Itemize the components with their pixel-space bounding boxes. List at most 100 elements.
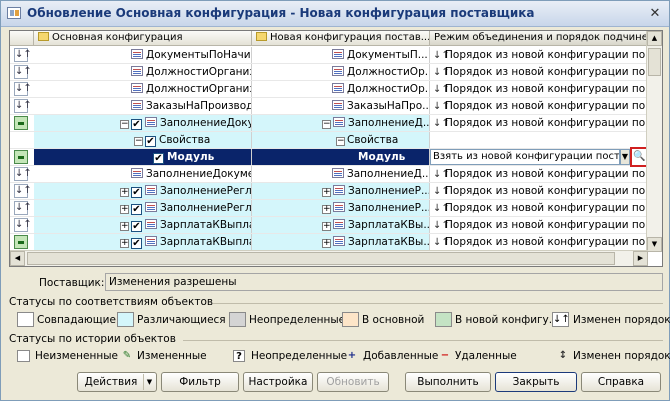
- scroll-up-icon[interactable]: ▲: [647, 31, 662, 46]
- row-checkbox[interactable]: ✔: [131, 187, 142, 198]
- expand-icon[interactable]: +: [322, 205, 331, 214]
- scroll-thumb[interactable]: [648, 48, 661, 76]
- scroll-thumb[interactable]: [27, 252, 615, 265]
- table-row[interactable]: − ✔ Свойства − Свойства: [10, 132, 646, 149]
- legend-label: Неопределенные: [251, 350, 348, 362]
- table-row[interactable]: ↓↑ ДолжностиОрганиза... ДолжностиОр... ↓…: [10, 81, 646, 98]
- table-row[interactable]: ↓↑ ЗаказыНаПроизводс... ЗаказыНаПро... ↓…: [10, 98, 646, 115]
- merge-icon: [14, 116, 28, 130]
- update-window: Обновление Основная конфигурация - Новая…: [0, 0, 670, 401]
- question-icon: ?: [233, 350, 245, 362]
- scroll-down-icon[interactable]: ▼: [647, 237, 662, 252]
- legend-label: Изменен порядок: [573, 314, 670, 326]
- chevron-down-icon[interactable]: ▼: [143, 374, 155, 390]
- scroll-right-icon[interactable]: ▶: [633, 251, 648, 266]
- collapse-icon[interactable]: −: [134, 137, 143, 146]
- sort-icon: ↓↑: [433, 67, 450, 78]
- folder-icon: [38, 32, 49, 41]
- change-order-icon: ↓↑: [14, 82, 32, 96]
- legend-label: Совпадающие: [37, 314, 116, 326]
- expand-icon[interactable]: +: [120, 222, 129, 231]
- close-button[interactable]: Закрыть: [495, 372, 577, 392]
- legend-label: Измененные: [137, 350, 207, 362]
- expand-icon[interactable]: +: [322, 222, 331, 231]
- table-row[interactable]: ↓↑ +✔ЗаполнениеРегла... +ЗаполнениеР... …: [10, 200, 646, 217]
- refresh-button[interactable]: Обновить: [317, 372, 389, 392]
- legend-label: В основной: [362, 314, 425, 326]
- object-icon: [333, 202, 345, 212]
- collapse-icon[interactable]: −: [322, 120, 331, 129]
- match-statuses-header: Статусы по соответствиям объектов: [9, 296, 663, 310]
- actions-button[interactable]: Действия ▼: [77, 372, 157, 392]
- object-icon: [332, 100, 344, 110]
- legend-swatch: [229, 312, 246, 327]
- object-icon: [332, 168, 344, 178]
- vertical-scrollbar[interactable]: ▲ ▼: [646, 31, 662, 252]
- object-icon: [332, 49, 344, 59]
- change-order-icon: ↓↑: [14, 48, 32, 62]
- collapse-icon[interactable]: −: [120, 120, 129, 129]
- settings-button[interactable]: Настройка: [243, 372, 313, 392]
- sort-icon: ↓↑: [433, 50, 450, 61]
- row-checkbox[interactable]: ✔: [131, 221, 142, 232]
- header-supplier-config[interactable]: Новая конфигурация постав...: [252, 31, 430, 46]
- change-order-icon: ↓↑: [14, 201, 32, 215]
- execute-button[interactable]: Выполнить: [405, 372, 491, 392]
- expand-icon[interactable]: +: [120, 188, 129, 197]
- sort-icon: ↓↑: [433, 220, 450, 231]
- sort-icon: ↓↑: [433, 186, 450, 197]
- filter-button[interactable]: Фильтр: [161, 372, 239, 392]
- close-icon[interactable]: ✕: [647, 6, 663, 21]
- collapse-icon[interactable]: −: [336, 137, 345, 146]
- row-checkbox[interactable]: ✔: [131, 238, 142, 249]
- change-order-icon: ↕: [558, 350, 568, 361]
- object-icon: [333, 236, 345, 246]
- row-checkbox[interactable]: ✔: [145, 136, 156, 147]
- horizontal-scrollbar[interactable]: ◀ ▶: [10, 250, 648, 266]
- table-row[interactable]: −✔ЗаполнениеДокум... −ЗаполнениеД... ↓↑П…: [10, 115, 646, 132]
- table-row[interactable]: ↓↑ +✔ЗарплатаКВыплат... +ЗарплатаКВы... …: [10, 217, 646, 234]
- object-icon: [131, 100, 143, 110]
- table-row[interactable]: ↓↑ ЗаполнениеДокумен... ЗаполнениеД... ↓…: [10, 166, 646, 183]
- object-icon: [145, 236, 157, 246]
- merge-icon: [14, 235, 28, 249]
- minus-icon: −: [440, 350, 450, 361]
- table-row-selected[interactable]: ✔ Модуль Модуль Взять из новой конфигурац…: [10, 147, 649, 167]
- legend-swatch: [117, 312, 134, 327]
- legend-label: Удаленные: [455, 350, 517, 362]
- legend-swatch: [17, 312, 34, 327]
- legend-label: Неизмененные: [35, 350, 118, 362]
- table-row[interactable]: +✔ЗарплатаКВыплат... +ЗарплатаКВы... ↓↑П…: [10, 234, 646, 251]
- object-icon: [131, 168, 143, 178]
- legend-label: Неопределенные: [249, 314, 346, 326]
- chevron-down-icon[interactable]: ▼: [620, 149, 630, 165]
- change-order-icon: ↓↑: [14, 65, 32, 79]
- change-order-icon: ↓↑: [552, 312, 570, 327]
- sort-icon: ↓↑: [433, 237, 450, 248]
- expand-icon[interactable]: +: [120, 205, 129, 214]
- comparison-tree-table[interactable]: Основная конфигурация Новая конфигурация…: [9, 30, 663, 267]
- object-icon: [131, 83, 143, 93]
- sort-icon: ↓↑: [433, 203, 450, 214]
- table-row[interactable]: ↓↑ ДолжностиОрганиза... ДолжностиОр... ↓…: [10, 64, 646, 81]
- expand-icon[interactable]: +: [322, 188, 331, 197]
- scroll-left-icon[interactable]: ◀: [10, 251, 25, 266]
- row-checkbox[interactable]: ✔: [131, 119, 142, 130]
- help-button[interactable]: Справка: [581, 372, 661, 392]
- expand-icon[interactable]: +: [322, 239, 331, 248]
- header-main-config[interactable]: Основная конфигурация: [34, 31, 252, 46]
- header-merge-mode[interactable]: Режим объединения и порядок подчине...: [430, 31, 648, 46]
- object-icon: [333, 185, 345, 195]
- expand-icon[interactable]: +: [120, 239, 129, 248]
- row-checkbox[interactable]: ✔: [153, 153, 164, 164]
- header-status[interactable]: [10, 31, 34, 46]
- legend-swatch: [435, 312, 452, 327]
- table-row[interactable]: ↓↑ +✔ЗаполнениеРегла... +ЗаполнениеР... …: [10, 183, 646, 200]
- config-icon: [7, 7, 21, 19]
- merge-icon: [14, 150, 28, 164]
- table-row[interactable]: ↓↑ ДокументыПоНачис... ДокументыП... ↓↑П…: [10, 47, 646, 64]
- merge-mode-combo[interactable]: Взять из новой конфигурации поста: [430, 149, 620, 165]
- row-checkbox[interactable]: ✔: [131, 204, 142, 215]
- unchanged-icon: [17, 350, 30, 362]
- change-order-icon: ↓↑: [14, 184, 32, 198]
